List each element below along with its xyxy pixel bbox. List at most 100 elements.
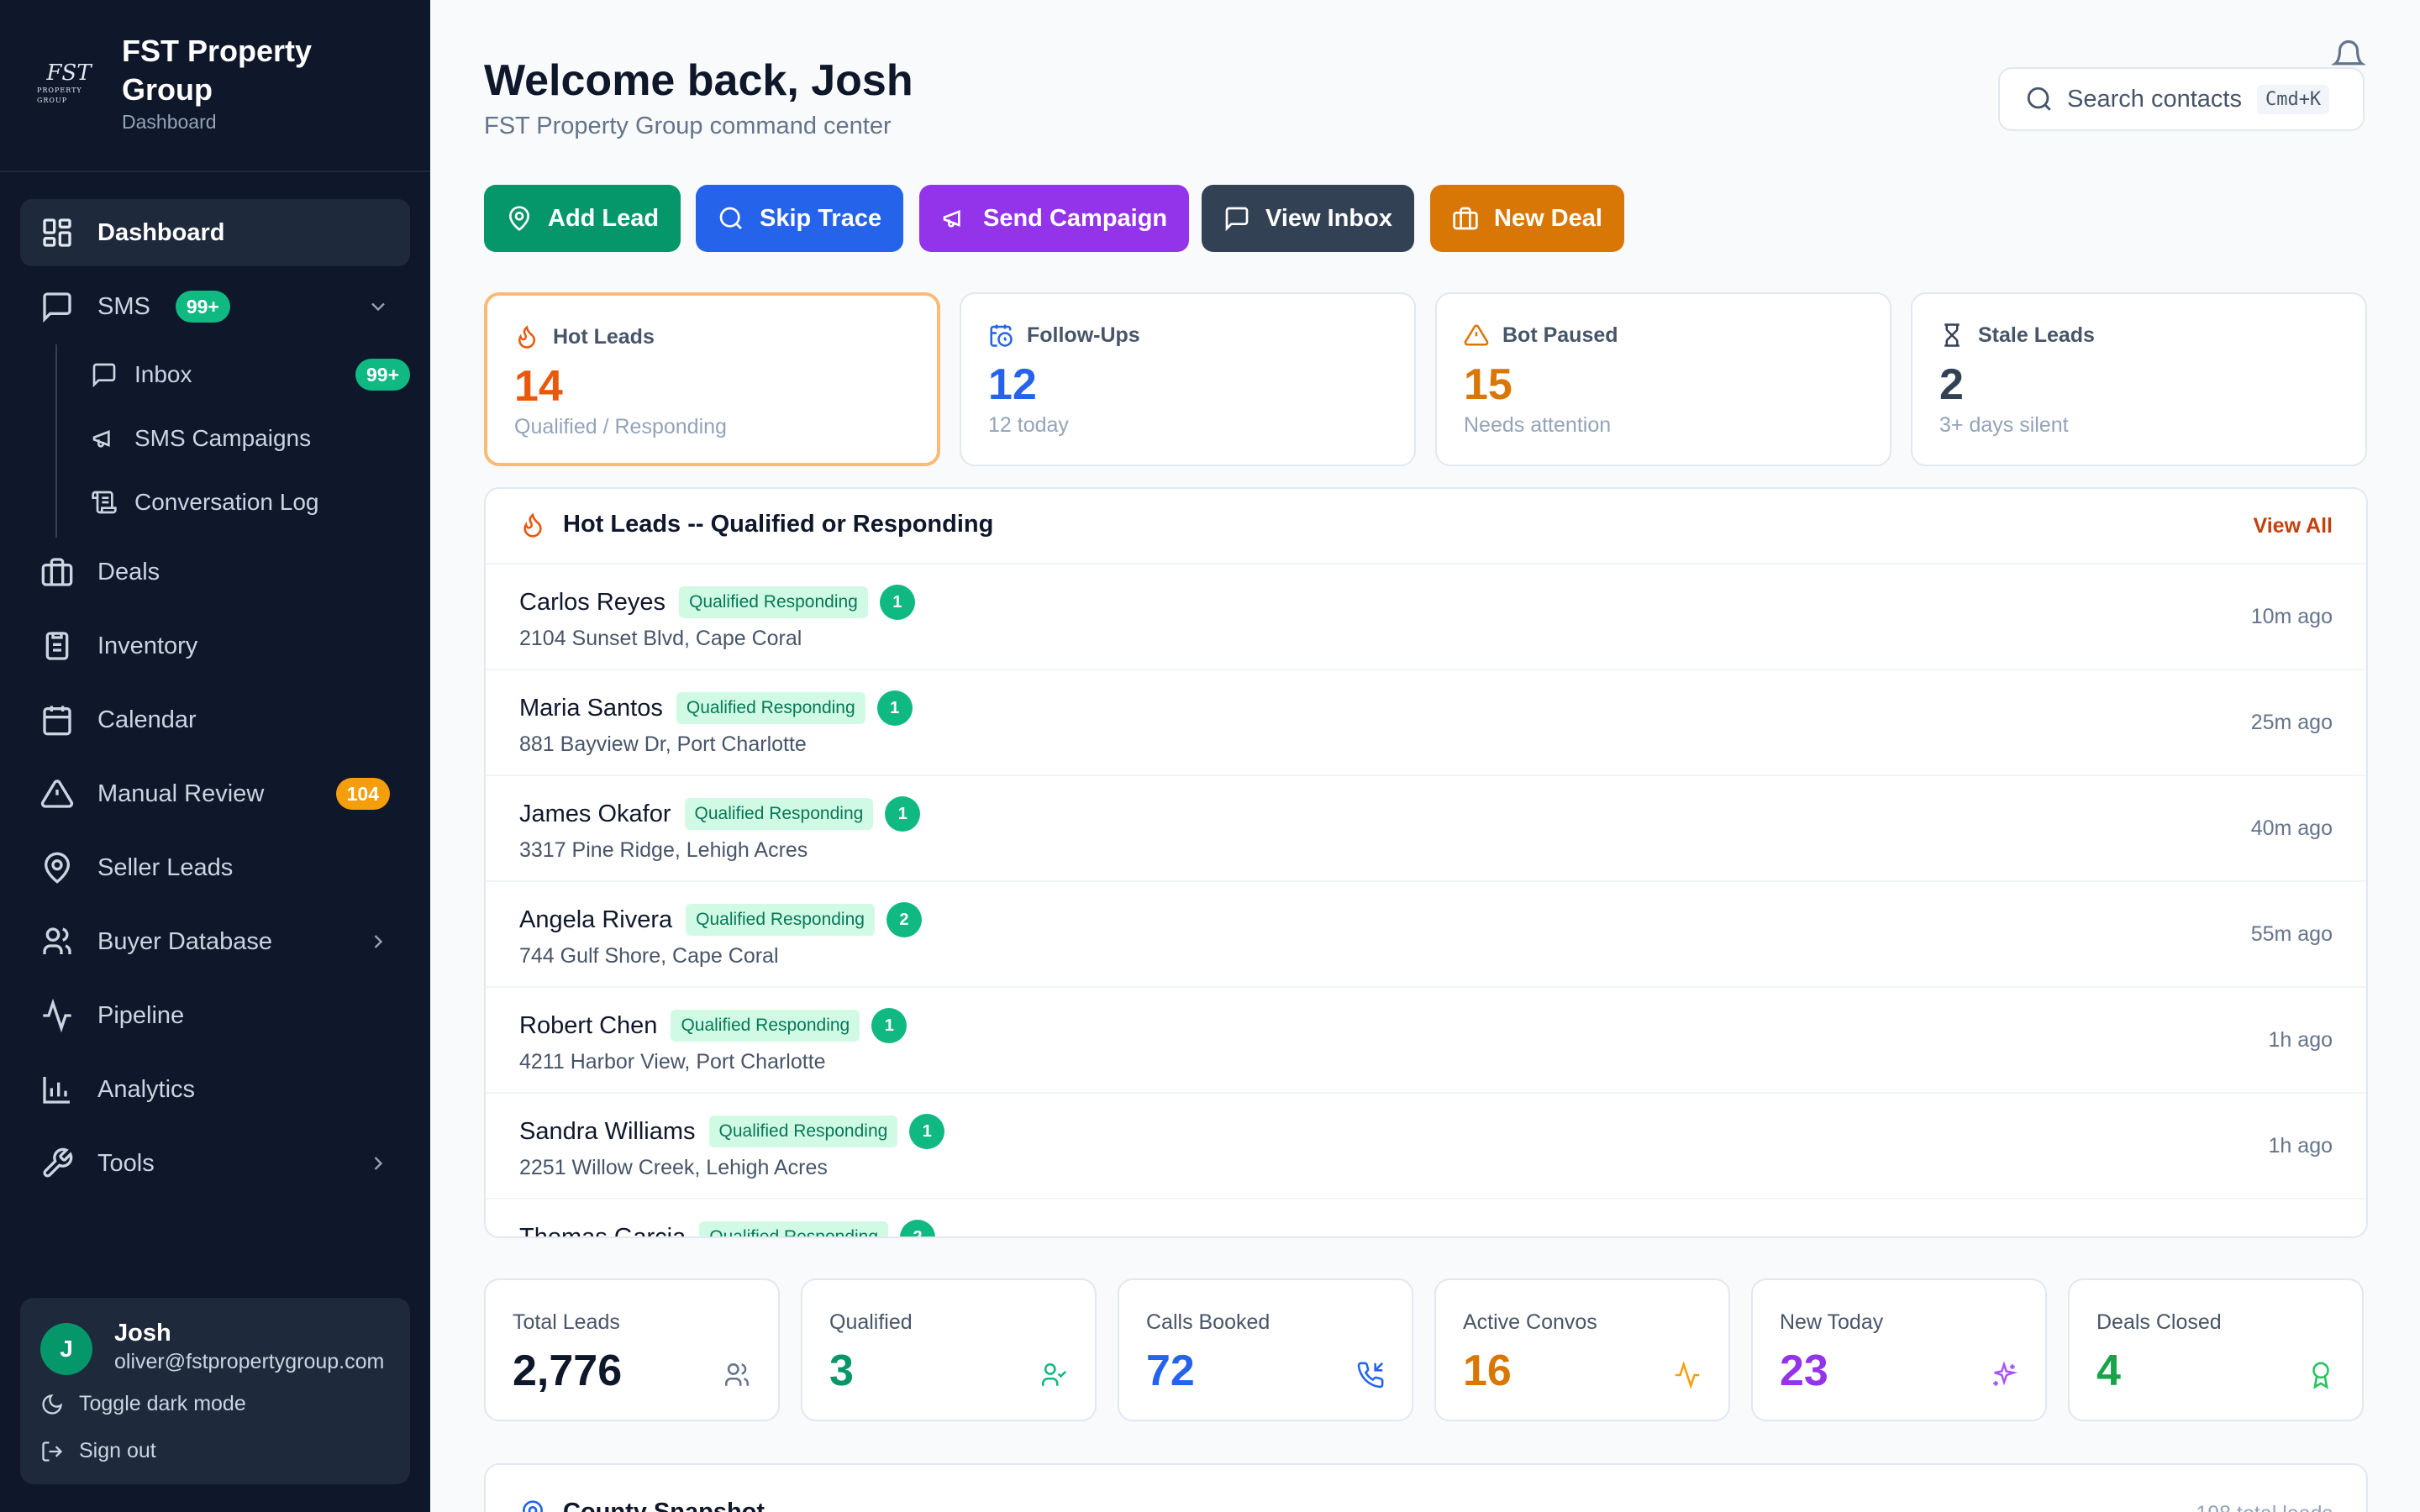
county-total-leads: 198 total leads: [2196, 1502, 2333, 1512]
nav-tools-label: Tools: [97, 1149, 155, 1177]
view-all-link[interactable]: View All: [2254, 514, 2333, 538]
kpi-bot-paused[interactable]: Bot Paused 15 Needs attention: [1435, 292, 1891, 466]
brand-name: FST Property Group: [122, 34, 313, 107]
message-square-icon: [92, 363, 116, 388]
megaphone-icon: [92, 430, 110, 448]
nav-inventory[interactable]: Inventory: [20, 612, 410, 680]
toggle-dark-mode-button[interactable]: Toggle dark mode: [40, 1392, 246, 1416]
moon-icon: [42, 1394, 62, 1415]
stat-qualified-label: Qualified: [829, 1310, 913, 1334]
stat-total-leads-label: Total Leads: [513, 1310, 620, 1334]
user-check-icon: [1041, 1362, 1067, 1386]
chevron-right-icon[interactable]: [366, 930, 390, 953]
hourglass-icon: [1944, 323, 1960, 347]
nav-manual-review[interactable]: Manual Review 104: [20, 760, 410, 827]
kpi-stale-leads[interactable]: Stale Leads 2 3+ days silent: [1911, 292, 2367, 466]
lead-row-header: Thomas Garcia Qualified Responding 2: [519, 1220, 936, 1236]
skip-trace-button[interactable]: Skip Trace: [696, 185, 904, 252]
manual-review-count-badge: 104: [335, 778, 390, 810]
stat-qualified[interactable]: Qualified 3: [801, 1278, 1097, 1421]
nav-deals-label: Deals: [97, 558, 160, 585]
table-row[interactable]: Thomas Garcia Qualified Responding 2: [486, 1200, 2366, 1236]
stat-new-today-label: New Today: [1780, 1310, 1884, 1334]
lead-time: 40m ago: [2250, 816, 2333, 840]
table-row[interactable]: Robert Chen Qualified Responding 1 4211 …: [486, 988, 2366, 1094]
message-count-badge: 1: [885, 796, 921, 832]
sign-out-button[interactable]: Sign out: [40, 1439, 156, 1463]
nav-tools[interactable]: Tools: [20, 1130, 410, 1197]
nav-pipeline[interactable]: Pipeline: [20, 982, 410, 1049]
message-count-badge: 1: [871, 1008, 908, 1043]
stat-deals-closed[interactable]: Deals Closed 4: [2068, 1278, 2364, 1421]
table-row[interactable]: Carlos Reyes Qualified Responding 1 2104…: [486, 564, 2366, 670]
bar-chart-icon: [43, 1077, 70, 1104]
briefcase-icon: [41, 558, 73, 586]
view-inbox-button[interactable]: View Inbox: [1202, 185, 1414, 252]
nav-dashboard[interactable]: Dashboard: [20, 199, 410, 266]
status-badge: Qualified Responding: [684, 798, 874, 830]
chevron-down-icon[interactable]: [366, 295, 390, 318]
nav-manual-review-label: Manual Review: [97, 780, 265, 807]
avatar[interactable]: J: [40, 1323, 92, 1375]
search-icon: [719, 207, 742, 229]
search-input[interactable]: Search contacts Cmd+K: [1998, 67, 2365, 131]
nav-calendar[interactable]: Calendar: [20, 686, 410, 753]
county-snapshot-panel: County Snapshot 198 total leads: [484, 1463, 2368, 1512]
table-row[interactable]: Maria Santos Qualified Responding 1 881 …: [486, 670, 2366, 776]
lead-name: Sandra Williams: [519, 1117, 696, 1145]
status-badge: Qualified Responding: [671, 1010, 860, 1042]
lead-time: 1h ago: [2268, 1028, 2333, 1052]
sign-out-label: Sign out: [79, 1439, 156, 1462]
nav-sms[interactable]: SMS 99+: [20, 273, 410, 340]
kpi-follow-ups-value: 12: [988, 360, 1037, 409]
add-lead-button[interactable]: Add Lead: [484, 185, 681, 252]
send-campaign-button[interactable]: Send Campaign: [919, 185, 1190, 252]
hot-leads-header: Hot Leads -- Qualified or Responding Vie…: [486, 489, 2366, 564]
user-panel: J Josh oliver@fstpropertygroup.com Toggl…: [20, 1298, 410, 1484]
stat-total-leads-value: 2,776: [513, 1347, 623, 1395]
nav-buyer-database[interactable]: Buyer Database: [20, 908, 410, 975]
lead-row-header: Sandra Williams Qualified Responding 1: [519, 1114, 945, 1149]
nav-inbox[interactable]: Inbox 99+: [91, 345, 410, 404]
sidebar: FST PROPERTY GROUP FST Property Group Da…: [0, 0, 430, 1512]
search-placeholder: Search contacts: [2067, 85, 2242, 113]
chevron-right-icon[interactable]: [366, 1152, 390, 1175]
kpi-stale-leads-value: 2: [1939, 360, 1964, 409]
hot-leads-title: Hot Leads -- Qualified or Responding: [519, 511, 993, 538]
message-square-icon: [43, 292, 71, 323]
message-count-badge: 1: [876, 690, 913, 726]
kpi-stale-leads-label: Stale Leads: [1978, 323, 2095, 347]
nav-inventory-label: Inventory: [97, 632, 198, 659]
kpi-hot-leads[interactable]: Hot Leads 14 Qualified / Responding: [484, 292, 940, 466]
lead-time: 1h ago: [2268, 1134, 2333, 1158]
message-count-badge: 2: [886, 902, 922, 937]
nav-sms-campaigns[interactable]: SMS Campaigns: [91, 409, 410, 468]
stat-active-convos[interactable]: Active Convos 16: [1434, 1278, 1730, 1421]
map-pin-icon: [44, 852, 71, 884]
users-icon: [724, 1362, 750, 1386]
lead-time: 10m ago: [2250, 605, 2333, 628]
table-row[interactable]: Angela Rivera Qualified Responding 2 744…: [486, 882, 2366, 988]
nav-analytics-label: Analytics: [97, 1075, 196, 1103]
nav-conversation-log[interactable]: Conversation Log: [91, 473, 410, 532]
message-square-icon: [1225, 207, 1249, 232]
lead-row-header: Carlos Reyes Qualified Responding 1: [519, 585, 915, 620]
brand-section: Dashboard: [122, 111, 217, 133]
view-inbox-label: View Inbox: [1265, 204, 1392, 232]
county-snapshot-title: County Snapshot: [519, 1499, 765, 1512]
stat-new-today[interactable]: New Today 23: [1751, 1278, 2047, 1421]
nav-seller-leads[interactable]: Seller Leads: [20, 834, 410, 901]
nav-buyer-database-label: Buyer Database: [97, 927, 272, 955]
nav-analytics[interactable]: Analytics: [20, 1056, 410, 1123]
user-email: oliver@fstpropertygroup.com: [114, 1350, 385, 1373]
stat-calls-booked[interactable]: Calls Booked 72: [1118, 1278, 1413, 1421]
table-row[interactable]: James Okafor Qualified Responding 1 3317…: [486, 776, 2366, 882]
table-row[interactable]: Sandra Williams Qualified Responding 1 2…: [486, 1094, 2366, 1200]
new-deal-button[interactable]: New Deal: [1430, 185, 1624, 252]
log-out-icon: [42, 1441, 63, 1462]
kpi-follow-ups[interactable]: Follow-Ups 12 12 today: [960, 292, 1416, 466]
stat-total-leads[interactable]: Total Leads 2,776: [484, 1278, 780, 1421]
user-name: Josh: [114, 1320, 171, 1347]
lead-row-header: James Okafor Qualified Responding 1: [519, 796, 921, 832]
nav-deals[interactable]: Deals: [20, 538, 410, 606]
